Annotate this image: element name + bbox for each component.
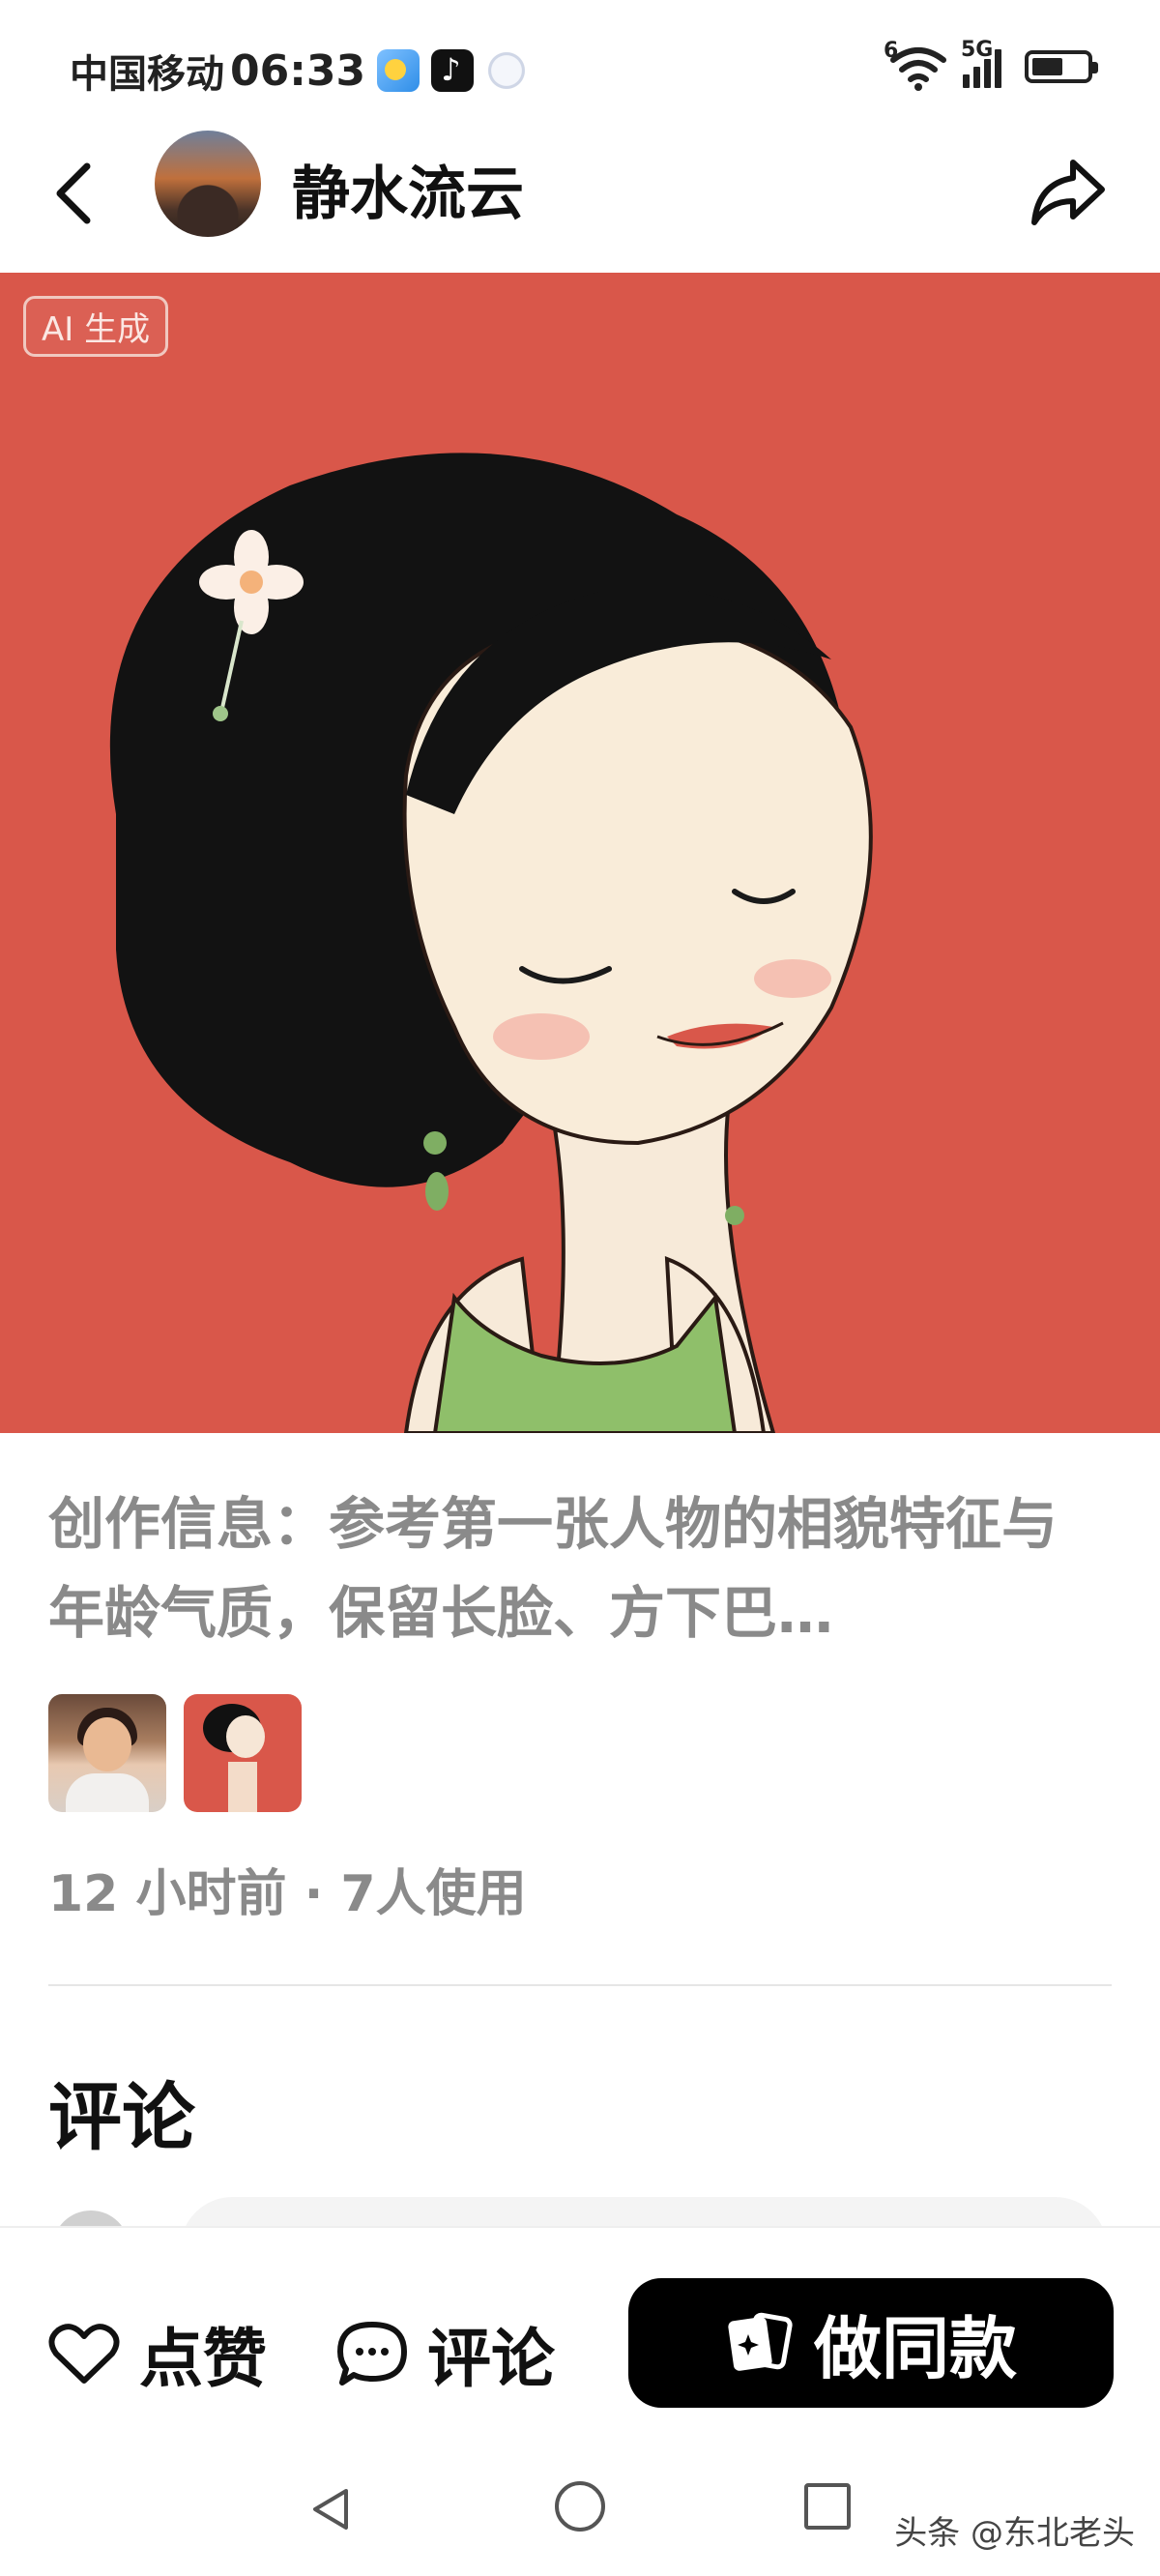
creation-info-text[interactable]: 创作信息：参考第一张人物的相貌特征与年龄气质，保留长脸、方下巴… <box>48 1479 1112 1657</box>
heart-icon <box>48 2324 120 2384</box>
comments-heading: 评论 <box>48 2074 195 2160</box>
wifi-badge: 6 <box>884 39 899 63</box>
make-same-button[interactable]: 做同款 <box>628 2278 1114 2408</box>
nav-home-button[interactable] <box>555 2481 605 2532</box>
artwork-image[interactable]: AI 生成 <box>0 273 1160 1433</box>
weather-app-icon <box>377 49 420 92</box>
triangle-back-icon <box>313 2489 348 2530</box>
post-header: 静水流云 <box>0 126 1160 271</box>
author-name[interactable]: 静水流云 <box>292 147 524 231</box>
moon-icon <box>485 49 529 92</box>
author-avatar[interactable] <box>155 131 261 237</box>
ai-generated-badge: AI 生成 <box>23 296 169 357</box>
nav-back-button[interactable] <box>307 2485 356 2533</box>
comment-label: 评论 <box>427 2322 555 2396</box>
share-button[interactable] <box>1025 149 1112 236</box>
portrait-illustration <box>109 453 873 1433</box>
system-nav-bar: 头条 @东北老头 <box>0 2427 1160 2576</box>
status-right: 6 5G <box>884 38 1098 91</box>
reference-photo-thumbnail[interactable] <box>48 1694 166 1812</box>
status-left: 中国移动 06:33 <box>70 43 529 99</box>
back-arrow-icon <box>56 162 91 224</box>
carrier-name: 中国移动 <box>70 52 224 97</box>
share-icon <box>1031 160 1105 225</box>
reference-thumbnails <box>48 1694 319 1812</box>
watermark-text: 头条 @东北老头 <box>894 2514 1135 2553</box>
nav-recents-button[interactable] <box>804 2483 851 2530</box>
bottom-action-bar: 点赞 评论 做同款 <box>0 2226 1160 2429</box>
like-label: 点赞 <box>139 2322 267 2396</box>
network-type: 5G <box>961 38 994 62</box>
comment-button[interactable]: 评论 <box>336 2307 555 2400</box>
section-divider <box>48 1984 1112 1986</box>
result-image-thumbnail[interactable] <box>184 1694 302 1812</box>
battery-icon <box>1025 50 1098 83</box>
post-meta: 12 小时前 · 7人使用 <box>48 1865 527 1923</box>
status-bar: 中国移动 06:33 6 5G <box>0 0 1160 135</box>
back-button[interactable] <box>39 155 116 232</box>
cell-signal: 5G <box>949 38 1005 88</box>
make-same-label: 做同款 <box>814 2308 1017 2388</box>
cards-sparkle-icon <box>728 2312 793 2371</box>
tiktok-app-icon <box>431 49 475 92</box>
like-button[interactable]: 点赞 <box>48 2307 267 2400</box>
comment-bubble-icon <box>337 2322 407 2386</box>
clock-time: 06:33 <box>230 45 366 96</box>
wifi-icon: 6 <box>884 39 949 91</box>
